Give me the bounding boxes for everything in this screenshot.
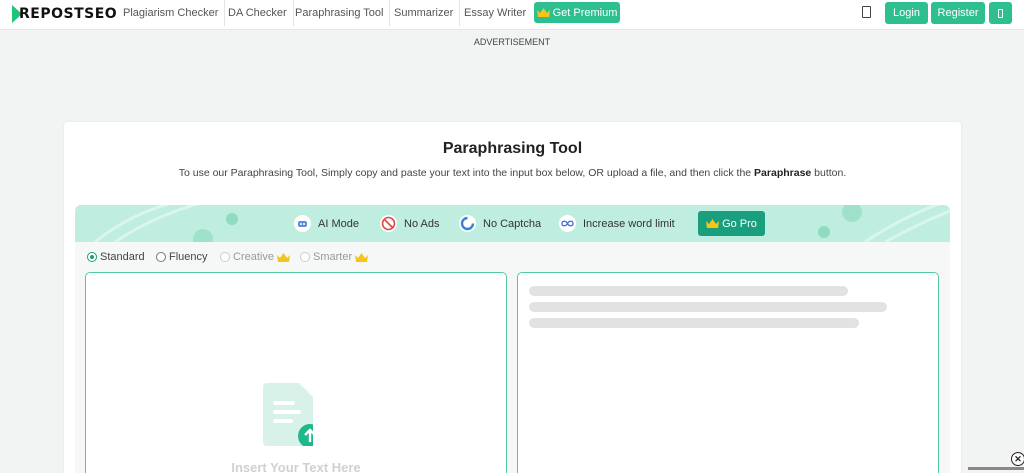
advertisement-area: ADVERTISEMENT <box>0 31 1024 121</box>
repostseo-logo[interactable]: REPOSTSEO <box>12 4 117 24</box>
mode-fluency-label: Fluency <box>169 251 208 263</box>
crown-icon <box>536 8 550 17</box>
nav-link-plagiarism-checker[interactable]: Plagiarism Checker <box>123 0 226 26</box>
radio-creative[interactable] <box>220 252 230 262</box>
page-title: Paraphrasing Tool <box>442 140 583 157</box>
radio-fluency[interactable] <box>156 252 166 262</box>
page-description: To use our Paraphrasing Tool, Simply cop… <box>64 167 961 179</box>
mode-smarter[interactable]: Smarter <box>300 250 369 264</box>
captcha-icon <box>459 215 476 232</box>
loading-skeleton-line <box>529 286 848 296</box>
go-pro-label: Go Pro <box>722 217 757 230</box>
feature-no-ads-label: No Ads <box>404 217 440 230</box>
crown-icon <box>355 252 369 262</box>
input-placeholder-text: Insert Your Text Here <box>231 460 361 473</box>
top-navbar: REPOSTSEO Plagiarism Checker DA Checker … <box>0 0 1024 30</box>
loading-skeleton-line <box>529 302 887 312</box>
close-ad-button[interactable]: ✕ <box>1011 452 1024 466</box>
feature-no-captcha: No Captcha <box>459 205 541 242</box>
advertisement-label: ADVERTISEMENT <box>473 37 551 47</box>
language-icon[interactable] <box>862 6 871 18</box>
feature-no-ads: No Ads <box>380 205 439 242</box>
radio-standard[interactable] <box>87 252 97 262</box>
radio-smarter[interactable] <box>300 252 310 262</box>
nav-link-da-checker[interactable]: DA Checker <box>228 0 294 26</box>
nav-link-summarizer[interactable]: Summarizer <box>394 0 461 26</box>
bottom-bar <box>968 467 1024 470</box>
upload-file-icon[interactable] <box>263 383 313 446</box>
go-pro-button[interactable]: Go Pro <box>698 211 765 236</box>
robot-icon <box>294 215 311 232</box>
output-text-panel <box>517 272 939 473</box>
menu-icon <box>998 8 1003 18</box>
mode-creative-label: Creative <box>233 251 274 263</box>
feature-no-captcha-label: No Captcha <box>483 217 542 230</box>
desc-text: To use our Paraphrasing Tool, Simply cop… <box>178 167 755 179</box>
get-premium-button[interactable]: Get Premium <box>534 2 620 23</box>
mode-smarter-label: Smarter <box>313 251 353 263</box>
get-premium-label: Get Premium <box>552 6 618 19</box>
crown-icon <box>706 219 720 228</box>
feature-increase-word-limit-label: Increase word limit <box>583 217 675 230</box>
nav-link-paraphrasing-tool[interactable]: Paraphrasing Tool <box>295 0 391 26</box>
loading-skeleton-line <box>529 318 859 328</box>
login-button[interactable]: Login <box>885 2 928 24</box>
nav-link-essay-writer[interactable]: Essay Writer <box>464 0 532 26</box>
mode-standard-label: Standard <box>100 251 145 263</box>
menu-button[interactable] <box>989 2 1012 24</box>
feature-ai-mode: AI Mode <box>294 205 359 242</box>
logo-text: REPOSTSEO <box>19 6 118 22</box>
mode-standard[interactable]: Standard <box>87 250 145 264</box>
register-button[interactable]: Register <box>931 2 985 24</box>
feature-ai-mode-label: AI Mode <box>318 217 359 230</box>
no-ads-icon <box>380 215 397 232</box>
infinity-icon <box>559 215 576 232</box>
desc-text-end: button. <box>811 167 847 179</box>
mode-fluency[interactable]: Fluency <box>156 250 208 264</box>
desc-bold-text: Paraphrase <box>754 167 812 179</box>
feature-increase-word-limit: Increase word limit <box>559 205 675 242</box>
crown-icon <box>276 252 290 262</box>
mode-creative[interactable]: Creative <box>220 250 290 264</box>
